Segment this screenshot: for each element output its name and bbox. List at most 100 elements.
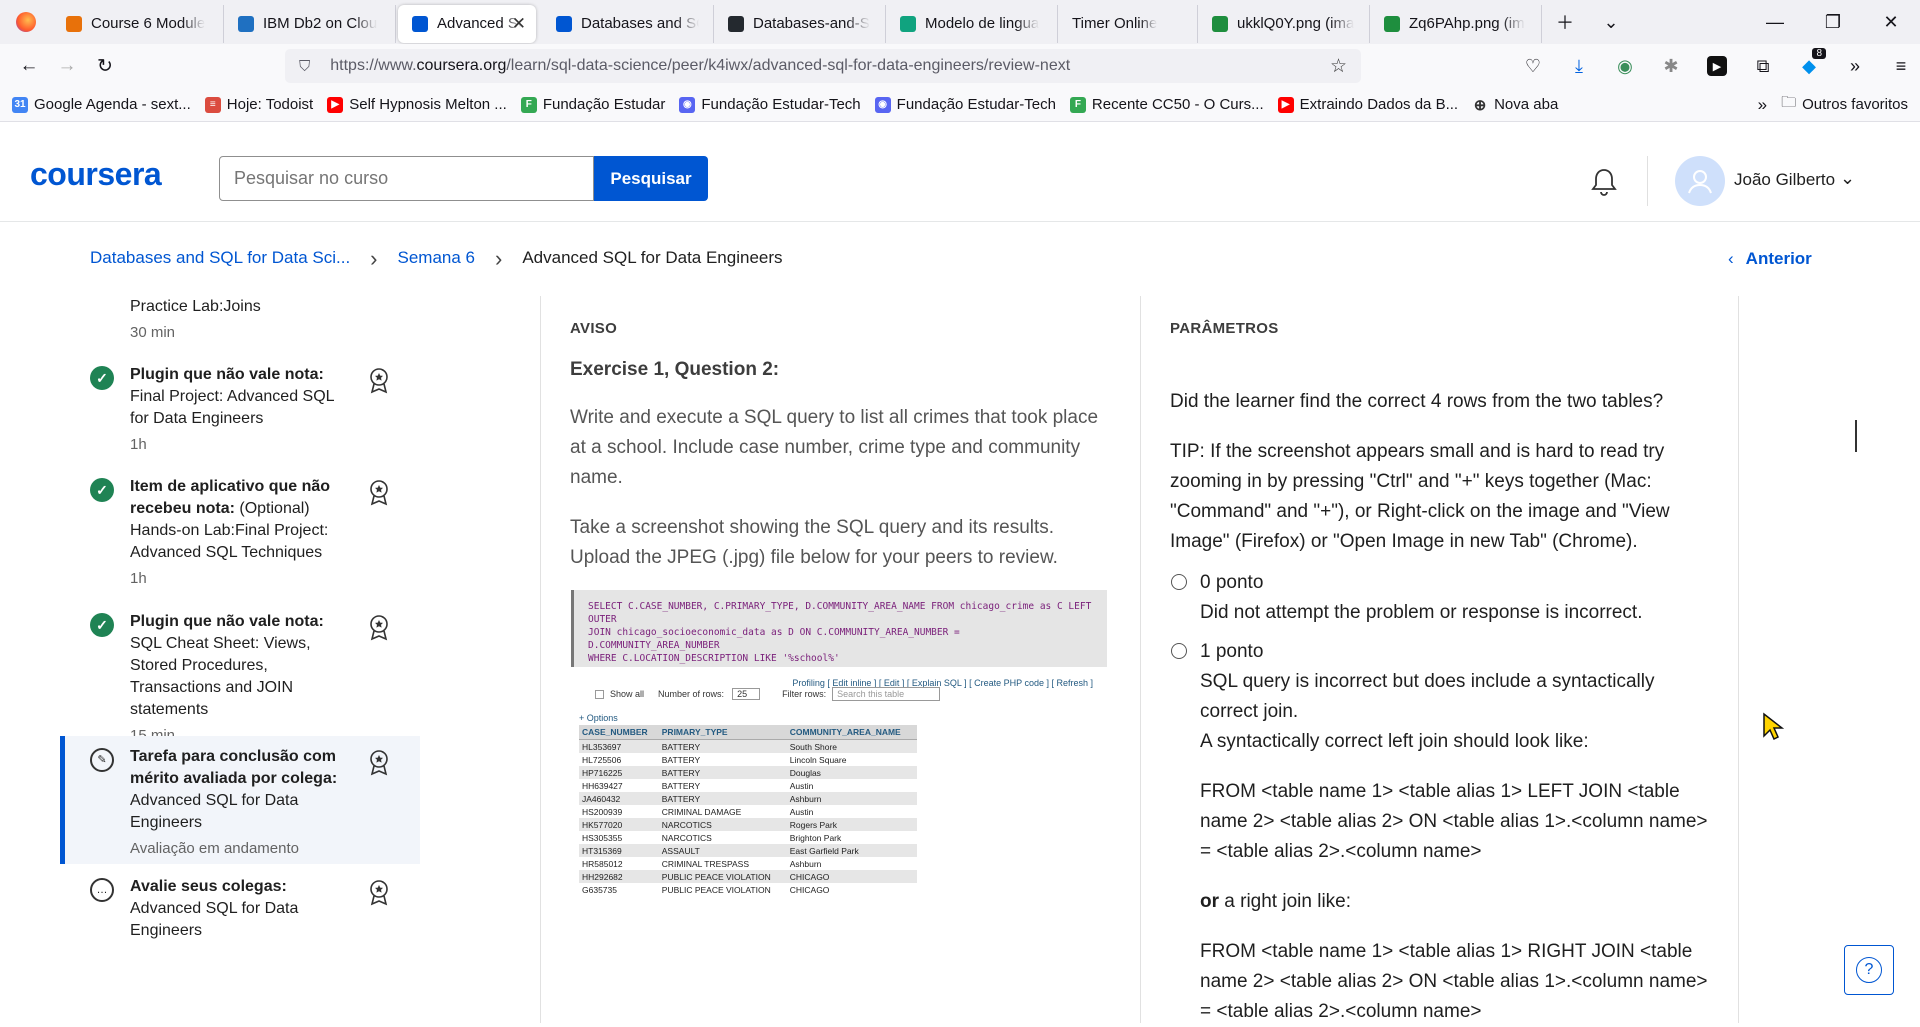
coursera-logo[interactable]: coursera xyxy=(30,156,162,193)
table-cell: East Garfield Park xyxy=(789,845,859,856)
search-button[interactable]: Pesquisar xyxy=(594,156,708,201)
table-header-row: CASE_NUMBER PRIMARY_TYPE COMMUNITY_AREA_NA… xyxy=(579,725,917,740)
bookmark-item[interactable]: ▶ Self Hypnosis Melton ... xyxy=(327,96,507,113)
previous-label: Anterior xyxy=(1745,249,1812,268)
tab-4[interactable]: Databases-and-S xyxy=(714,4,886,43)
breadcrumb-current: Advanced SQL for Data Engineers xyxy=(522,248,783,267)
bookmark-item[interactable]: 31 Google Agenda - sext... xyxy=(12,96,191,113)
new-tab-button[interactable]: ＋ xyxy=(1542,0,1588,44)
more-tools-icon[interactable]: » xyxy=(1832,44,1878,88)
table-row: HP716225 BATTERY Douglas xyxy=(579,766,917,779)
extension-green-icon[interactable]: ◉ xyxy=(1602,44,1648,88)
peer-review-icon: ✎ xyxy=(90,748,114,772)
extension-badge-icon[interactable]: ◆ 8 xyxy=(1786,44,1832,88)
user-name[interactable]: João Gilberto xyxy=(1734,170,1835,190)
bell-icon[interactable] xyxy=(1588,166,1620,198)
tab-7[interactable]: ukklQ0Y.png (ima xyxy=(1198,4,1370,43)
radio-button[interactable] xyxy=(1171,574,1187,590)
sidebar-item-type: Plugin que não vale nota: xyxy=(130,613,324,630)
rows-select: 25 xyxy=(732,688,761,700)
radio-button[interactable] xyxy=(1171,643,1187,659)
search-input[interactable] xyxy=(219,156,594,201)
tab-1[interactable]: IBM Db2 on Clou xyxy=(224,4,396,43)
firefox-menu-button[interactable] xyxy=(0,0,52,44)
tab-title: Course 6 Module xyxy=(91,15,206,32)
sidebar-item-review-peers[interactable]: … Avalie seus colegas: Advanced SQL for … xyxy=(60,876,420,939)
help-button[interactable]: ? xyxy=(1844,945,1894,995)
check-icon: ✓ xyxy=(90,613,114,637)
show-all-label: Show all xyxy=(610,689,645,699)
sidebar-item-peer-graded-assignment[interactable]: ✎ Tarefa para conclusão com mérito avali… xyxy=(60,736,420,864)
url-bar[interactable]: ⛉ https://www. coursera.org/learn/sql-dat… xyxy=(285,49,1361,83)
table-cell: HS305355 xyxy=(582,832,623,843)
bookmark-item[interactable]: ◉ Fundação Estudar-Tech xyxy=(679,96,861,113)
column-divider xyxy=(540,296,541,1023)
tab-5[interactable]: Modelo de lingua xyxy=(886,4,1058,43)
breadcrumb: Databases and SQL for Data Sci... › Sema… xyxy=(90,247,783,269)
bookmark-item[interactable]: ⊕ Nova aba xyxy=(1472,96,1559,114)
minimize-button[interactable]: — xyxy=(1746,0,1804,44)
tab-title: ukklQ0Y.png (ima xyxy=(1237,15,1355,32)
tab-2[interactable]: Advanced SQL✕ xyxy=(398,4,536,43)
bookmark-item[interactable]: ≡ Hoje: Todoist xyxy=(204,96,313,113)
table-cell: Ashburn xyxy=(789,793,822,804)
back-button[interactable]: ← xyxy=(10,50,48,82)
pocket-icon[interactable]: ♡ xyxy=(1510,44,1556,88)
sidebar-item-meta: 1h xyxy=(130,570,147,587)
sidebar-item-text: Advanced SQL for Data Engineers xyxy=(130,792,299,831)
close-tab-icon[interactable]: ✕ xyxy=(512,14,526,34)
tab-8[interactable]: Zq6PAhp.png (im xyxy=(1370,4,1542,43)
table-row: HR585012 CRIMINAL TRESPASS Ashburn xyxy=(579,857,917,870)
tab-0[interactable]: Course 6 Module xyxy=(52,4,224,43)
bookmark-favicon-icon: ▶ xyxy=(1277,96,1294,113)
table-cell: CHICAGO xyxy=(789,884,830,895)
sidebar-item-practice-lab-joins[interactable]: Practice Lab:Joins 30 min xyxy=(60,296,420,353)
bookmark-item[interactable]: F Recente CC50 - O Curs... xyxy=(1069,96,1264,113)
bookmark-item[interactable]: ◉ Fundação Estudar-Tech xyxy=(874,96,1056,113)
prompt-label: AVISO xyxy=(570,320,618,337)
extension-play-icon[interactable]: ▶ xyxy=(1694,44,1740,88)
tab-6[interactable]: Timer Online xyxy=(1058,4,1198,43)
submitted-screenshot[interactable]: SELECT C.CASE_NUMBER, C.PRIMARY_TYPE, D.… xyxy=(571,590,1107,927)
table-row: HL725506 BATTERY Lincoln Square xyxy=(579,753,917,766)
sidebar-item-sql-cheat-sheet[interactable]: ✓ Plugin que não vale nota: SQL Cheat She… xyxy=(60,611,420,744)
bookmark-item[interactable]: F Fundação Estudar xyxy=(520,96,665,113)
url-domain: coursera.org xyxy=(416,57,507,74)
option-points: 1 ponto xyxy=(1200,641,1264,662)
other-bookmarks[interactable]: Outros favoritos xyxy=(1802,96,1908,113)
bookmark-favicon-icon: ≡ xyxy=(204,96,221,113)
restore-button[interactable]: ❐ xyxy=(1804,0,1862,44)
breadcrumb-week[interactable]: Semana 6 xyxy=(398,248,476,268)
bookmark-favicon-icon: ⊕ xyxy=(1473,96,1487,114)
rubric-option-0[interactable]: 0 ponto Did not attempt the problem or r… xyxy=(1170,568,1715,628)
sidebar-item-text: Practice Lab:Joins xyxy=(130,298,261,315)
sidebar-item-final-project[interactable]: ✓ Plugin que não vale nota: Final Project… xyxy=(60,364,420,456)
table-cell: Rogers Park xyxy=(789,819,837,830)
filter-label: Filter rows: xyxy=(782,689,827,699)
rubric-option-1[interactable]: 1 ponto SQL query is incorrect but does … xyxy=(1170,637,1715,1027)
list-tabs-button[interactable]: ⌄ xyxy=(1588,0,1634,44)
right-join-intro: a right join like: xyxy=(1224,891,1352,912)
bookmark-label: Extraindo Dados da B... xyxy=(1299,96,1459,113)
table-cell: Brighton Park xyxy=(789,832,842,843)
sidebar-item-hands-on-lab[interactable]: ✓ Item de aplicativo que não recebeu not… xyxy=(60,476,420,591)
bookmark-label: Nova aba xyxy=(1494,96,1559,113)
right-join-line: or a right join like: xyxy=(1200,887,1715,917)
site-header: coursera Pesquisar João Gilberto ⌄ xyxy=(0,122,1920,222)
forward-button[interactable]: → xyxy=(48,50,86,82)
downloads-icon[interactable]: ⤓ xyxy=(1556,44,1602,88)
bookmark-star-icon[interactable]: ☆ xyxy=(1330,55,1347,78)
app-menu-icon[interactable]: ≡ xyxy=(1878,44,1920,88)
bookmark-item[interactable]: ▶ Extraindo Dados da B... xyxy=(1277,96,1459,113)
close-window-button[interactable]: ✕ xyxy=(1862,0,1920,44)
bookmarks-overflow-icon[interactable]: » xyxy=(1758,95,1767,115)
tab-3[interactable]: Databases and SQ xyxy=(542,4,714,43)
chevron-down-icon[interactable]: ⌄ xyxy=(1840,168,1855,189)
previous-button[interactable]: ‹ Anterior xyxy=(1728,249,1812,269)
breadcrumb-course[interactable]: Databases and SQL for Data Sci... xyxy=(90,248,350,268)
extension-puzzle-gray-icon[interactable]: ✱ xyxy=(1648,44,1694,88)
table-cell: South Shore xyxy=(789,741,838,752)
extensions-icon[interactable]: ⧉ xyxy=(1740,44,1786,88)
reload-button[interactable]: ↻ xyxy=(86,50,124,82)
avatar[interactable] xyxy=(1675,156,1725,206)
